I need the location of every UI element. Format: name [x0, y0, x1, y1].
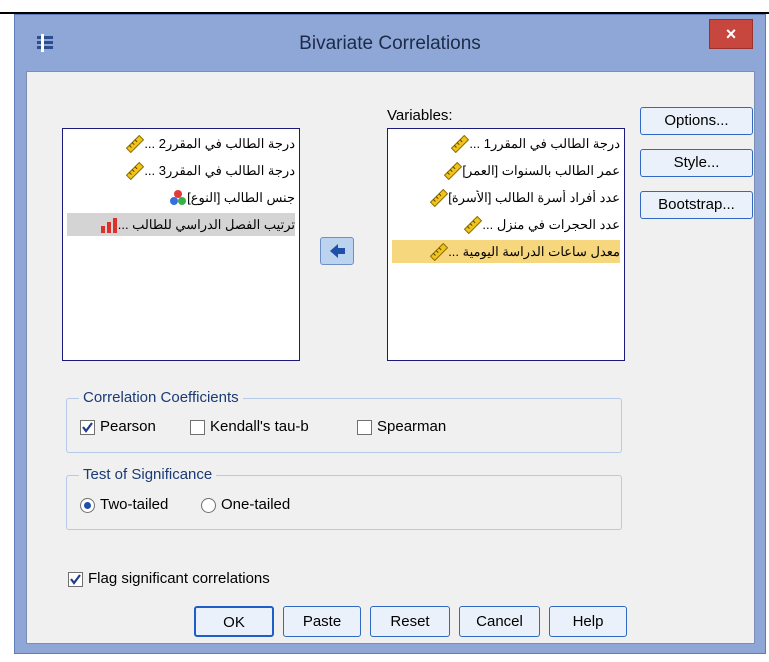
correlation-coefficients-group: Correlation Coefficients Pearson Kendall… [66, 389, 622, 453]
scale-ruler-icon [451, 134, 470, 153]
ok-button[interactable]: OK [194, 606, 274, 637]
scale-ruler-icon [464, 215, 483, 234]
move-to-variables-button[interactable] [320, 237, 354, 265]
variables-list[interactable]: درجة الطالب في المقرر1 ... عمر الطالب با… [387, 128, 625, 361]
variable-item-label: معدل ساعات الدراسة اليومية ... [448, 243, 620, 259]
dialog-client-area: درجة الطالب في المقرر2 ... درجة الطالب ف… [26, 71, 755, 644]
help-button[interactable]: Help [549, 606, 627, 637]
variable-item-label: درجة الطالب في المقرر1 ... [469, 135, 620, 151]
scale-ruler-icon [126, 134, 145, 153]
correlation-coefficients-title: Correlation Coefficients [79, 389, 243, 406]
two-tailed-radio[interactable] [80, 498, 95, 513]
pearson-checkbox[interactable] [80, 420, 95, 435]
source-variable-list[interactable]: درجة الطالب في المقرر2 ... درجة الطالب ف… [62, 128, 300, 361]
scale-ruler-icon [430, 242, 449, 261]
spearman-label[interactable]: Spearman [377, 418, 446, 435]
variable-item-label: عدد الحجرات في منزل ... [482, 216, 620, 232]
source-list-item[interactable]: درجة الطالب في المقرر2 ... [67, 132, 295, 155]
source-list-item[interactable]: درجة الطالب في المقرر3 ... [67, 159, 295, 182]
window-title: Bivariate Correlations [299, 33, 481, 54]
spearman-checkbox[interactable] [357, 420, 372, 435]
pearson-label[interactable]: Pearson [100, 418, 156, 435]
variable-list-item[interactable]: عدد أفراد أسرة الطالب [الأسرة] [392, 186, 620, 209]
checkmark-icon [82, 422, 93, 433]
one-tailed-radio[interactable] [201, 498, 216, 513]
style-button[interactable]: Style... [640, 149, 753, 177]
flag-significant-checkbox[interactable] [68, 572, 83, 587]
variable-list-item[interactable]: عدد الحجرات في منزل ... [392, 213, 620, 236]
options-button[interactable]: Options... [640, 107, 753, 135]
source-list-item[interactable]: ترتيب الفصل الدراسي للطالب ... [67, 213, 295, 236]
ordinal-bars-icon [100, 217, 117, 233]
scale-ruler-icon [430, 188, 449, 207]
test-of-significance-title: Test of Significance [79, 466, 217, 483]
scale-ruler-icon [444, 161, 463, 180]
kendall-label[interactable]: Kendall's tau-b [210, 418, 309, 435]
variable-list-item[interactable]: عمر الطالب بالسنوات [العمر] [392, 159, 620, 182]
two-tailed-label[interactable]: Two-tailed [100, 496, 168, 513]
variable-item-label: عمر الطالب بالسنوات [العمر] [462, 162, 620, 178]
source-list-item[interactable]: جنس الطالب [النوع] [67, 186, 295, 209]
cancel-button[interactable]: Cancel [459, 606, 540, 637]
source-item-label: ترتيب الفصل الدراسي للطالب ... [117, 216, 295, 232]
kendall-checkbox[interactable] [190, 420, 205, 435]
test-of-significance-group: Test of Significance Two-tailed One-tail… [66, 466, 622, 530]
variables-label: Variables: [387, 107, 453, 124]
close-button[interactable]: × [709, 19, 753, 49]
paste-button[interactable]: Paste [283, 606, 361, 637]
flag-significant-label[interactable]: Flag significant correlations [88, 570, 270, 587]
arrow-left-icon [330, 244, 345, 258]
variable-list-item-selected[interactable]: معدل ساعات الدراسة اليومية ... [392, 240, 620, 263]
source-item-label: درجة الطالب في المقرر3 ... [144, 162, 295, 178]
scale-ruler-icon [126, 161, 145, 180]
bootstrap-button[interactable]: Bootstrap... [640, 191, 753, 219]
source-item-label: درجة الطالب في المقرر2 ... [144, 135, 295, 151]
variable-list-item[interactable]: درجة الطالب في المقرر1 ... [392, 132, 620, 155]
nominal-circles-icon [170, 189, 187, 205]
source-item-label: جنس الطالب [النوع] [187, 189, 295, 205]
one-tailed-label[interactable]: One-tailed [221, 496, 290, 513]
title-bar[interactable]: Bivariate Correlations × [15, 15, 765, 71]
checkmark-icon [70, 574, 81, 585]
variable-item-label: عدد أفراد أسرة الطالب [الأسرة] [448, 189, 620, 205]
reset-button[interactable]: Reset [370, 606, 450, 637]
bivariate-correlations-dialog: Bivariate Correlations × درجة الطالب في … [14, 14, 766, 654]
